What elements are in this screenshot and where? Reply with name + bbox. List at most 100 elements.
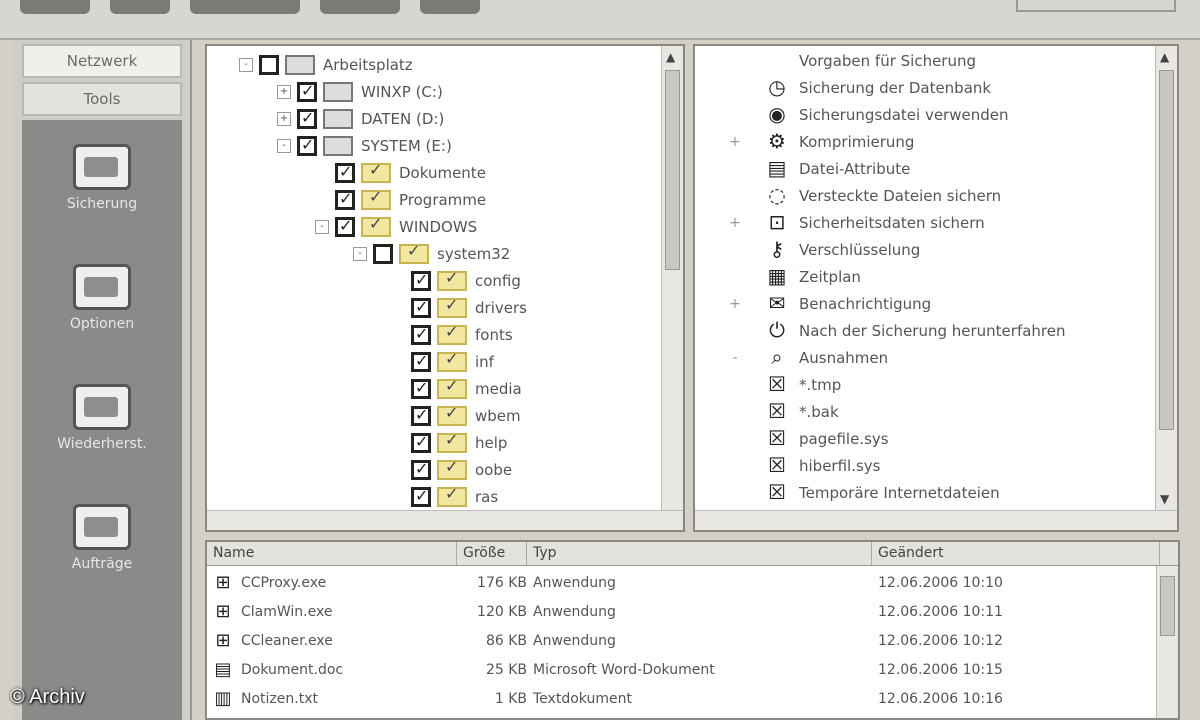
settings-item[interactable]: ☒ *.bak [705,399,839,425]
settings-item-label: Datei-Attribute [799,160,911,178]
tree-node[interactable]: drivers [391,295,527,321]
settings-item-label: Verschlüsselung [799,241,921,259]
settings-item[interactable]: + ⚙ Komprimierung [705,129,914,155]
column-header-size[interactable]: Größe [457,542,527,565]
tree-checkbox[interactable] [335,216,355,237]
tree-node[interactable]: Dokumente [315,160,486,186]
file-row[interactable]: ▤ Dokument.doc 25 KB Microsoft Word-Dokumen… [207,655,1178,684]
tree-vertical-scrollbar[interactable]: ▲ [661,46,683,530]
tree-node[interactable]: - Arbeitsplatz [239,52,413,78]
scroll-down-icon[interactable]: ▼ [1160,492,1169,506]
tree-node[interactable]: fonts [391,322,513,348]
column-header-name[interactable]: Name [207,542,457,565]
settings-item[interactable]: ⚷ Verschlüsselung [705,237,921,263]
tree-node[interactable]: wbem [391,403,521,429]
toolbar-button[interactable] [320,0,400,14]
settings-item[interactable]: ☒ pagefile.sys [705,426,889,452]
toolbar-button[interactable] [110,0,170,14]
column-header-modified[interactable]: Geändert [872,542,1160,565]
sidebar-tool-restore[interactable]: Wiederherst. [22,384,182,452]
sidebar-tab-network[interactable]: Netzwerk [22,44,182,78]
tree-node[interactable]: + WINXP (C:) [277,79,443,105]
expand-icon[interactable]: + [277,112,291,126]
tree-node[interactable]: + DATEN (D:) [277,106,444,132]
settings-item[interactable]: + ⊡ Sicherheitsdaten sichern [705,210,985,236]
folder-icon [399,241,429,264]
sidebar-tool-jobs[interactable]: Aufträge [22,504,182,572]
tree-checkbox[interactable] [335,189,355,210]
list-vertical-scrollbar[interactable] [1156,566,1178,718]
toolbar-button[interactable] [190,0,300,14]
settings-item[interactable]: ◉ Sicherungsdatei verwenden [705,102,1008,128]
tree-node[interactable]: ras [391,484,498,510]
settings-tree-pane[interactable]: Vorgaben für Sicherung ◷ Sicherung der Dat… [693,44,1179,532]
settings-horizontal-scrollbar[interactable] [695,510,1177,530]
tree-checkbox[interactable] [411,459,431,480]
tree-node[interactable]: - WINDOWS [315,214,477,240]
tree-checkbox[interactable] [411,486,431,507]
collapse-icon[interactable]: - [239,58,253,72]
tree-checkbox[interactable] [411,324,431,345]
tree-checkbox[interactable] [373,244,393,264]
expand-icon[interactable]: + [277,85,291,99]
settings-item[interactable]: + ✉ Benachrichtigung [705,291,931,317]
tree-checkbox[interactable] [297,135,317,156]
tree-node[interactable]: config [391,268,521,294]
tree-checkbox[interactable] [259,55,279,75]
expand-icon[interactable]: + [705,296,765,312]
sidebar-tool-label: Optionen [69,316,135,332]
toolbar-field[interactable] [1016,0,1176,12]
tree-node[interactable]: help [391,430,507,456]
tree-checkbox[interactable] [411,351,431,372]
folder-tree-pane[interactable]: - Arbeitsplatz + WINXP (C:) + DATEN (D:) - SYST… [205,44,685,532]
tree-node[interactable]: Programme [315,187,486,213]
tree-checkbox[interactable] [411,405,431,426]
tree-node[interactable]: - SYSTEM (E:) [277,133,452,159]
expand-icon[interactable]: + [705,215,765,231]
settings-item[interactable]: Vorgaben für Sicherung [705,48,976,74]
toolbar-button[interactable] [420,0,480,14]
tree-node[interactable]: - system32 [353,241,510,267]
settings-item[interactable]: ▦ Zeitplan [705,264,861,290]
settings-item[interactable]: ☒ hiberfil.sys [705,453,880,479]
column-header-type[interactable]: Typ [527,542,872,565]
settings-item[interactable]: - ⌕ Ausnahmen [705,345,888,371]
file-row[interactable]: ▥ Notizen.txt 1 KB Textdokument 12.06.2006 1… [207,684,1178,713]
file-row[interactable]: ⊞ CCleaner.exe 86 KB Anwendung 12.06.2006 10… [207,626,1178,655]
tree-node[interactable]: media [391,376,522,402]
tree-checkbox[interactable] [297,81,317,102]
tree-checkbox[interactable] [335,162,355,183]
tree-horizontal-scrollbar[interactable] [207,510,683,530]
collapse-icon[interactable]: - [705,350,765,366]
sidebar-tool-options[interactable]: Optionen [22,264,182,332]
collapse-icon[interactable]: - [353,247,367,261]
settings-vertical-scrollbar[interactable]: ▲ ▼ [1155,46,1177,530]
tree-node[interactable]: inf [391,349,494,375]
tree-node[interactable]: oobe [391,457,512,483]
tree-checkbox[interactable] [411,270,431,291]
scroll-thumb[interactable] [1160,576,1175,636]
scroll-up-icon[interactable]: ▲ [666,50,675,64]
tree-checkbox[interactable] [411,378,431,399]
settings-item[interactable]: ☒ *.tmp [705,372,841,398]
expand-icon[interactable]: + [705,134,765,150]
scroll-thumb[interactable] [665,70,680,270]
scroll-up-icon[interactable]: ▲ [1160,50,1169,64]
settings-item[interactable]: ☒ Temporäre Internetdateien [705,480,1000,506]
toolbar-button[interactable] [20,0,90,14]
scroll-thumb[interactable] [1159,70,1174,430]
tree-checkbox[interactable] [411,432,431,453]
collapse-icon[interactable]: - [277,139,291,153]
sidebar-tool-backup[interactable]: Sicherung [22,144,182,212]
tree-checkbox[interactable] [411,297,431,318]
settings-item[interactable]: ⏻ Nach der Sicherung herunterfahren [705,318,1065,344]
file-row[interactable]: ⊞ ClamWin.exe 120 KB Anwendung 12.06.2006 10… [207,597,1178,626]
sidebar-tab-tools[interactable]: Tools [22,82,182,116]
settings-item[interactable]: ◌ Versteckte Dateien sichern [705,183,1001,209]
file-list-pane[interactable]: Name Größe Typ Geändert ⊞ CCProxy.exe 176 … [205,540,1180,720]
settings-item[interactable]: ◷ Sicherung der Datenbank [705,75,991,101]
collapse-icon[interactable]: - [315,220,329,234]
tree-checkbox[interactable] [297,108,317,129]
settings-item[interactable]: ▤ Datei-Attribute [705,156,911,182]
file-row[interactable]: ⊞ CCProxy.exe 176 KB Anwendung 12.06.2006 10… [207,568,1178,597]
